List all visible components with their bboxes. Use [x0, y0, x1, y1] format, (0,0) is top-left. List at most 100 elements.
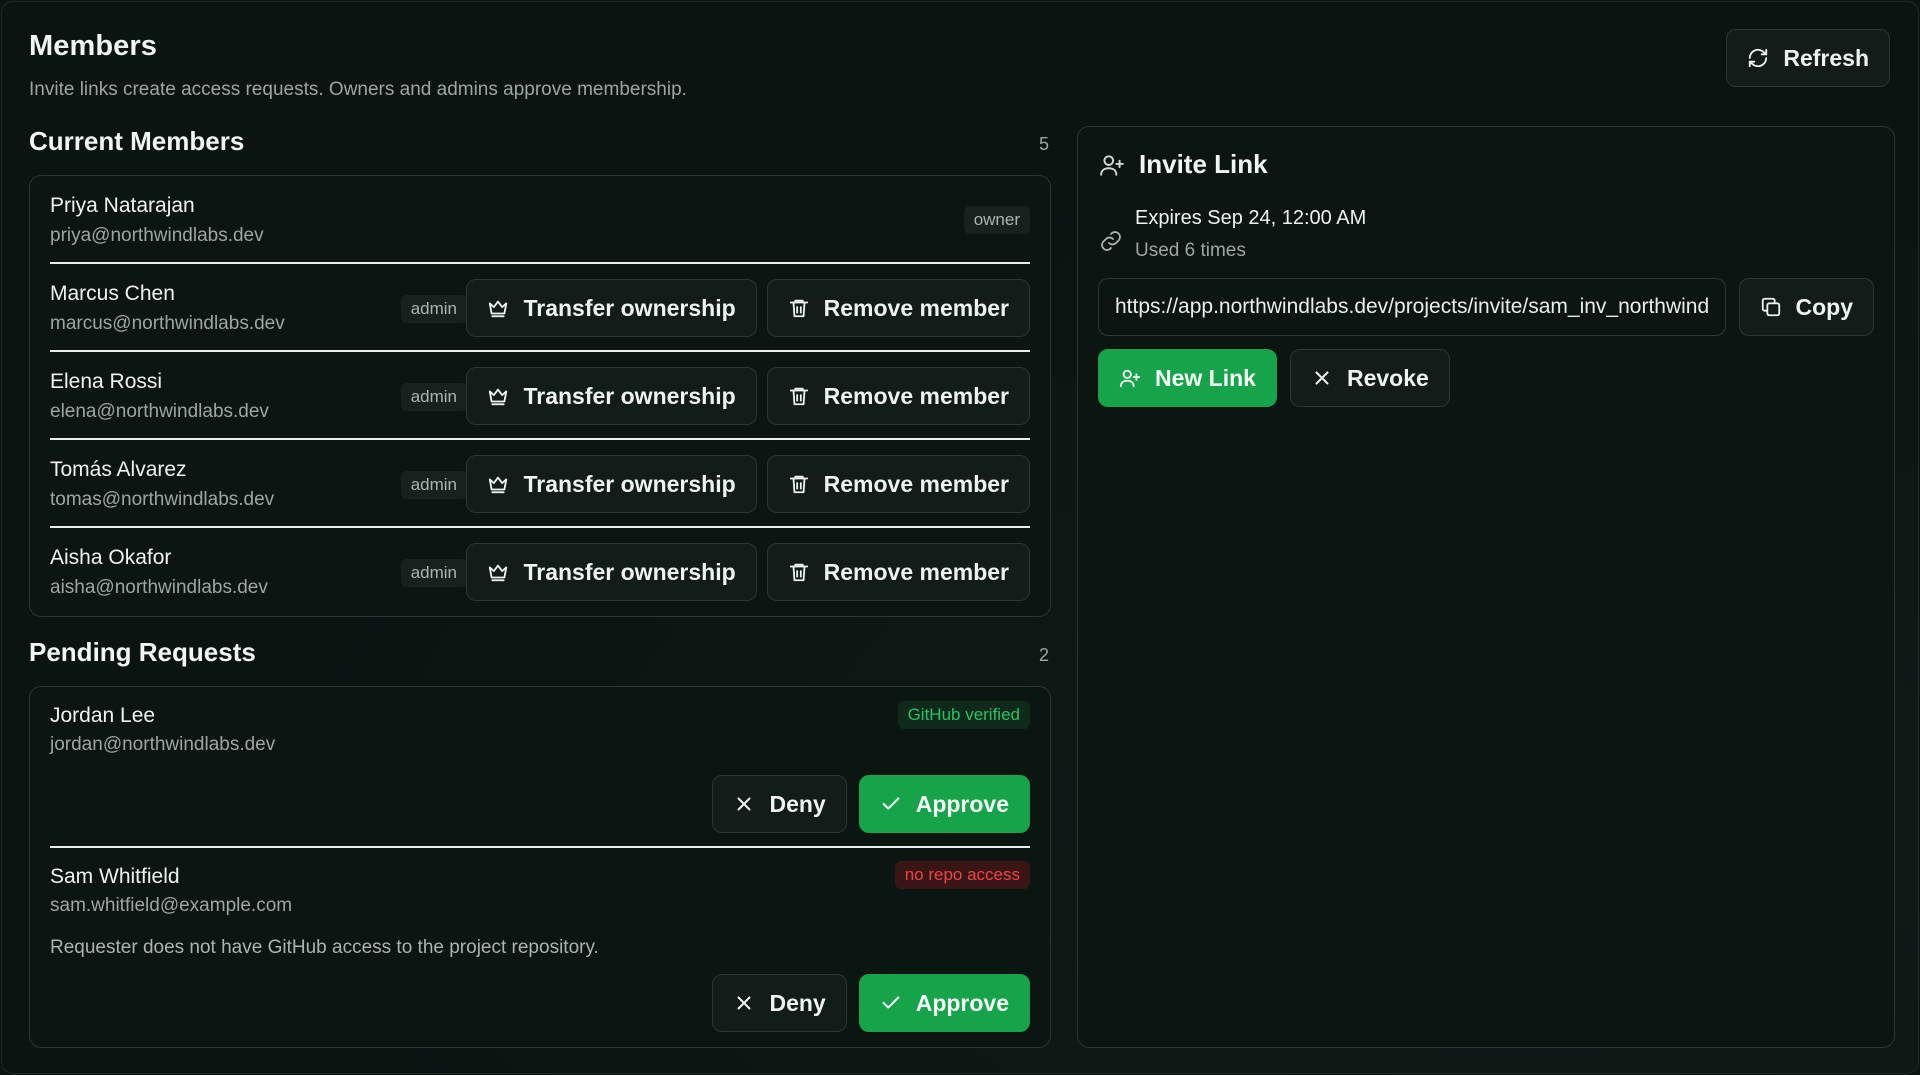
- pending-requests-list: Jordan Lee jordan@northwindlabs.dev GitH…: [29, 686, 1051, 1048]
- x-icon: [1315, 371, 1329, 385]
- member-actions: Transfer ownership Remove member: [466, 367, 1030, 425]
- members-list: Priya Natarajan priya@northwindlabs.dev …: [29, 175, 1051, 617]
- member-name: Elena Rossi: [50, 370, 163, 393]
- invite-link-title: Invite Link: [1139, 149, 1268, 179]
- remove-member-button[interactable]: Remove member: [766, 543, 1030, 601]
- x-icon: [737, 996, 751, 1010]
- new-link-label: New Link: [1155, 364, 1256, 391]
- trash-icon: [789, 563, 808, 582]
- member-row: Elena Rossi elena@northwindlabs.dev admi…: [50, 352, 1030, 440]
- invite-actions: New Link Revoke: [1098, 349, 1450, 407]
- remove-member-button[interactable]: Remove member: [766, 367, 1030, 425]
- role-badge: admin: [400, 559, 467, 587]
- no-repo-access-badge: no repo access: [894, 861, 1030, 889]
- role-badge: admin: [400, 471, 467, 499]
- deny-label: Deny: [769, 989, 826, 1016]
- member-name: Tomás Alvarez: [50, 458, 187, 481]
- requester-email: jordan@northwindlabs.dev: [50, 734, 276, 755]
- member-email: aisha@northwindlabs.dev: [50, 577, 268, 598]
- member-name: Priya Natarajan: [50, 194, 195, 217]
- revoke-button[interactable]: Revoke: [1289, 349, 1450, 407]
- transfer-ownership-label: Transfer ownership: [523, 470, 736, 497]
- request-actions: Deny Approve: [712, 775, 1030, 833]
- member-actions: Transfer ownership Remove member: [466, 455, 1030, 513]
- member-name: Aisha Okafor: [50, 546, 172, 569]
- transfer-ownership-button[interactable]: Transfer ownership: [466, 455, 757, 513]
- approve-button[interactable]: Approve: [858, 775, 1030, 833]
- pending-requests-title: Pending Requests: [29, 637, 256, 667]
- remove-member-button[interactable]: Remove member: [766, 279, 1030, 337]
- requester-name: Jordan Lee: [50, 704, 156, 727]
- transfer-ownership-button[interactable]: Transfer ownership: [466, 279, 757, 337]
- deny-button[interactable]: Deny: [712, 974, 847, 1032]
- check-icon: [882, 797, 900, 810]
- invite-link-header: Invite Link: [1099, 149, 1268, 180]
- member-row: Marcus Chen marcus@northwindlabs.dev adm…: [50, 264, 1030, 352]
- request-note: Requester does not have GitHub access to…: [50, 937, 599, 958]
- approve-label: Approve: [915, 989, 1009, 1016]
- role-badge: admin: [400, 383, 467, 411]
- transfer-ownership-label: Transfer ownership: [523, 382, 736, 409]
- check-icon: [882, 996, 900, 1009]
- invite-expiry: Expires Sep 24, 12:00 AM: [1135, 207, 1367, 229]
- crown-icon: [489, 564, 508, 582]
- remove-member-button[interactable]: Remove member: [766, 455, 1030, 513]
- x-icon: [737, 797, 751, 811]
- remove-member-label: Remove member: [823, 470, 1009, 497]
- transfer-ownership-label: Transfer ownership: [523, 558, 736, 585]
- crown-icon: [489, 476, 508, 494]
- trash-icon: [789, 387, 808, 406]
- member-row: Tomás Alvarez tomas@northwindlabs.dev ad…: [50, 440, 1030, 528]
- deny-label: Deny: [769, 790, 826, 817]
- page-title: Members: [29, 30, 158, 62]
- link-icon: [1101, 231, 1121, 251]
- crown-icon: [489, 388, 508, 406]
- member-name: Marcus Chen: [50, 282, 175, 305]
- member-row: Aisha Okafor aisha@northwindlabs.dev adm…: [50, 528, 1030, 616]
- remove-member-label: Remove member: [823, 294, 1009, 321]
- refresh-label: Refresh: [1783, 44, 1869, 71]
- pending-requests-count: 2: [1039, 645, 1050, 665]
- invite-usage: Used 6 times: [1135, 240, 1246, 261]
- requester-name: Sam Whitfield: [50, 865, 180, 888]
- new-link-button[interactable]: New Link: [1098, 349, 1277, 407]
- member-row: Priya Natarajan priya@northwindlabs.dev …: [50, 176, 1030, 264]
- members-page: Members Invite links create access reque…: [1, 1, 1919, 1074]
- crown-icon: [489, 300, 508, 318]
- remove-member-label: Remove member: [823, 558, 1009, 585]
- approve-label: Approve: [915, 790, 1009, 817]
- refresh-button[interactable]: Refresh: [1726, 29, 1890, 87]
- trash-icon: [789, 475, 808, 494]
- role-badge: admin: [400, 295, 467, 323]
- page-header: Members Invite links create access reque…: [29, 30, 687, 101]
- current-members-count: 5: [1039, 134, 1050, 154]
- member-email: tomas@northwindlabs.dev: [50, 489, 275, 510]
- deny-button[interactable]: Deny: [712, 775, 847, 833]
- request-actions: Deny Approve: [712, 974, 1030, 1032]
- user-plus-icon: [1119, 369, 1141, 388]
- member-email: elena@northwindlabs.dev: [50, 401, 269, 422]
- copy-label: Copy: [1795, 293, 1854, 320]
- page-subtitle: Invite links create access requests. Own…: [29, 79, 687, 100]
- transfer-ownership-button[interactable]: Transfer ownership: [466, 543, 757, 601]
- copy-button[interactable]: Copy: [1738, 278, 1874, 336]
- requester-email: sam.whitfield@example.com: [50, 895, 293, 916]
- remove-member-label: Remove member: [823, 382, 1009, 409]
- request-row: Sam Whitfield sam.whitfield@example.com …: [50, 848, 1030, 1047]
- member-email: marcus@northwindlabs.dev: [50, 313, 285, 334]
- invite-url-field[interactable]: [1098, 278, 1726, 336]
- member-email: priya@northwindlabs.dev: [50, 225, 264, 246]
- role-badge: owner: [963, 206, 1030, 234]
- member-actions: Transfer ownership Remove member: [466, 543, 1030, 601]
- member-actions: Transfer ownership Remove member: [466, 279, 1030, 337]
- user-plus-icon: [1100, 154, 1124, 176]
- github-verified-badge: GitHub verified: [897, 701, 1030, 729]
- refresh-icon: [1749, 48, 1768, 68]
- invite-link-panel: Invite Link Expires Sep 24, 12:00 AM Use…: [1077, 126, 1895, 1048]
- transfer-ownership-label: Transfer ownership: [523, 294, 736, 321]
- approve-button[interactable]: Approve: [858, 974, 1030, 1032]
- current-members-title: Current Members: [29, 126, 245, 156]
- transfer-ownership-button[interactable]: Transfer ownership: [466, 367, 757, 425]
- invite-link-meta: Expires Sep 24, 12:00 AM Used 6 times: [1099, 207, 1366, 262]
- trash-icon: [789, 299, 808, 318]
